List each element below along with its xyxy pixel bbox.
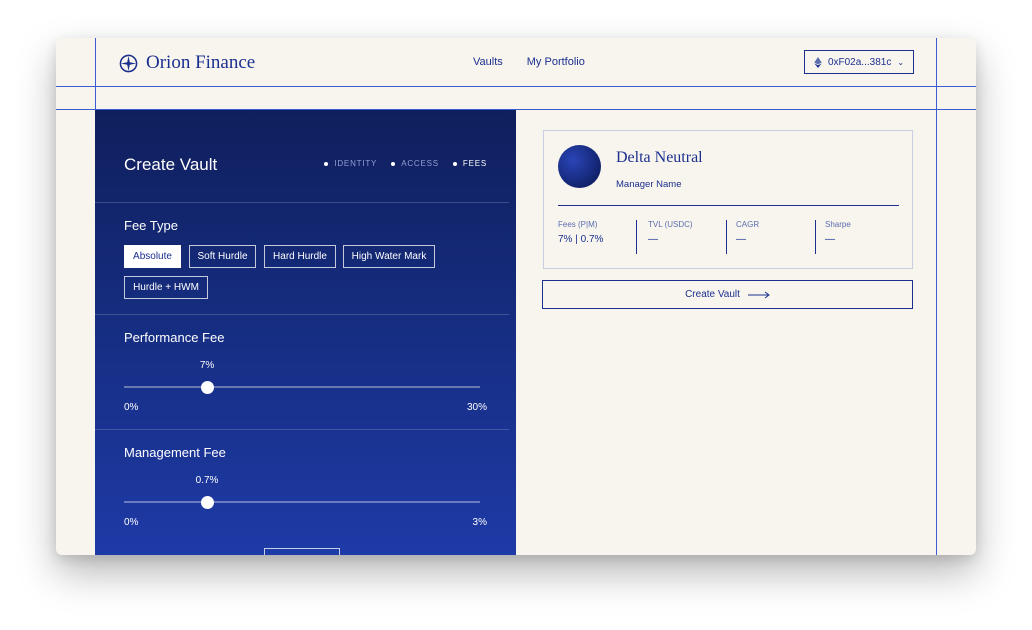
management-fee-slider[interactable] — [124, 495, 480, 509]
guide-line-right — [936, 38, 937, 555]
section-divider — [95, 314, 509, 315]
vault-name: Delta Neutral — [616, 149, 703, 166]
stat-separator — [815, 220, 816, 254]
performance-fee-value: 7% — [199, 360, 215, 371]
step-access[interactable]: ACCESS — [391, 159, 439, 168]
stat-label: CAGR — [736, 220, 760, 229]
management-fee-min: 0% — [124, 517, 139, 528]
section-divider — [95, 202, 509, 203]
management-fee-value: 0.7% — [195, 475, 219, 486]
card-divider — [558, 205, 899, 206]
performance-fee-min: 0% — [124, 402, 139, 413]
brand-logo[interactable]: Orion Finance — [119, 52, 255, 74]
ethereum-icon — [814, 56, 822, 68]
step-label: IDENTITY — [334, 159, 378, 168]
fee-type-hard-hurdle[interactable]: Hard Hurdle — [264, 245, 336, 268]
management-fee-max: 3% — [472, 517, 487, 528]
performance-fee-title: Performance Fee — [124, 330, 225, 345]
fee-type-high-water-mark[interactable]: High Water Mark — [343, 245, 435, 268]
performance-fee-slider[interactable] — [124, 380, 480, 394]
step-identity[interactable]: IDENTITY — [324, 159, 377, 168]
step-dot-icon — [324, 161, 329, 166]
stat-value: — — [648, 234, 658, 245]
create-vault-label: Create Vault — [685, 289, 740, 300]
fee-type-title: Fee Type — [124, 218, 178, 233]
wallet-address: 0xF02a...381c — [827, 56, 892, 68]
stat-sharpe: Sharpe — — [825, 220, 851, 245]
stat-separator — [636, 220, 637, 254]
stat-label: TVL (USDC) — [648, 220, 693, 229]
vault-avatar — [558, 145, 601, 188]
wallet-button[interactable]: 0xF02a...381c ⌄ — [804, 50, 914, 74]
step-label: FEES — [462, 159, 487, 168]
fee-type-absolute[interactable]: Absolute — [124, 245, 181, 268]
section-divider — [95, 429, 509, 430]
app-window: Orion Finance Vaults My Portfolio 0xF02a… — [56, 38, 976, 555]
step-dot-icon — [452, 161, 457, 166]
arrow-right-icon — [747, 291, 770, 298]
performance-fee-max: 30% — [466, 402, 487, 413]
fee-type-soft-hurdle[interactable]: Soft Hurdle — [189, 245, 256, 268]
stat-tvl: TVL (USDC) — — [648, 220, 693, 245]
nav-vaults[interactable]: Vaults — [473, 56, 503, 68]
stat-value: — — [825, 234, 835, 245]
step-label: ACCESS — [401, 159, 439, 168]
management-fee-title: Management Fee — [124, 445, 226, 460]
step-fees[interactable]: FEES — [452, 159, 487, 168]
step-dot-icon — [391, 161, 396, 166]
stat-value: 7% | 0.7% — [558, 234, 604, 245]
guide-line-header — [56, 86, 976, 87]
nav-my-portfolio[interactable]: My Portfolio — [527, 56, 585, 68]
partial-next-button[interactable] — [264, 548, 340, 555]
compass-icon — [119, 54, 138, 72]
create-vault-button[interactable]: Create Vault — [542, 280, 913, 309]
performance-fee-slider-thumb[interactable] — [200, 380, 214, 394]
fee-type-hurdle-hwm[interactable]: Hurdle + HWM — [124, 276, 208, 299]
stat-label: Sharpe — [825, 220, 851, 229]
stat-value: — — [736, 234, 746, 245]
stat-cagr: CAGR — — [736, 220, 759, 245]
brand-name: Orion Finance — [146, 52, 256, 73]
manager-name: Manager Name — [616, 179, 682, 190]
stat-fees: Fees (P|M) 7% | 0.7% — [558, 220, 603, 245]
stat-label: Fees (P|M) — [558, 220, 598, 229]
management-fee-slider-thumb[interactable] — [200, 495, 214, 509]
create-vault-panel: Create Vault IDENTITY ACCESS FEES Fee Ty… — [95, 110, 516, 555]
chevron-down-icon: ⌄ — [897, 57, 905, 67]
step-indicator: IDENTITY ACCESS FEES — [324, 159, 487, 168]
panel-title: Create Vault — [124, 155, 218, 174]
vault-preview-card: Delta Neutral Manager Name Fees (P|M) 7%… — [543, 130, 913, 269]
main-nav: Vaults My Portfolio — [473, 56, 585, 68]
stat-separator — [726, 220, 727, 254]
